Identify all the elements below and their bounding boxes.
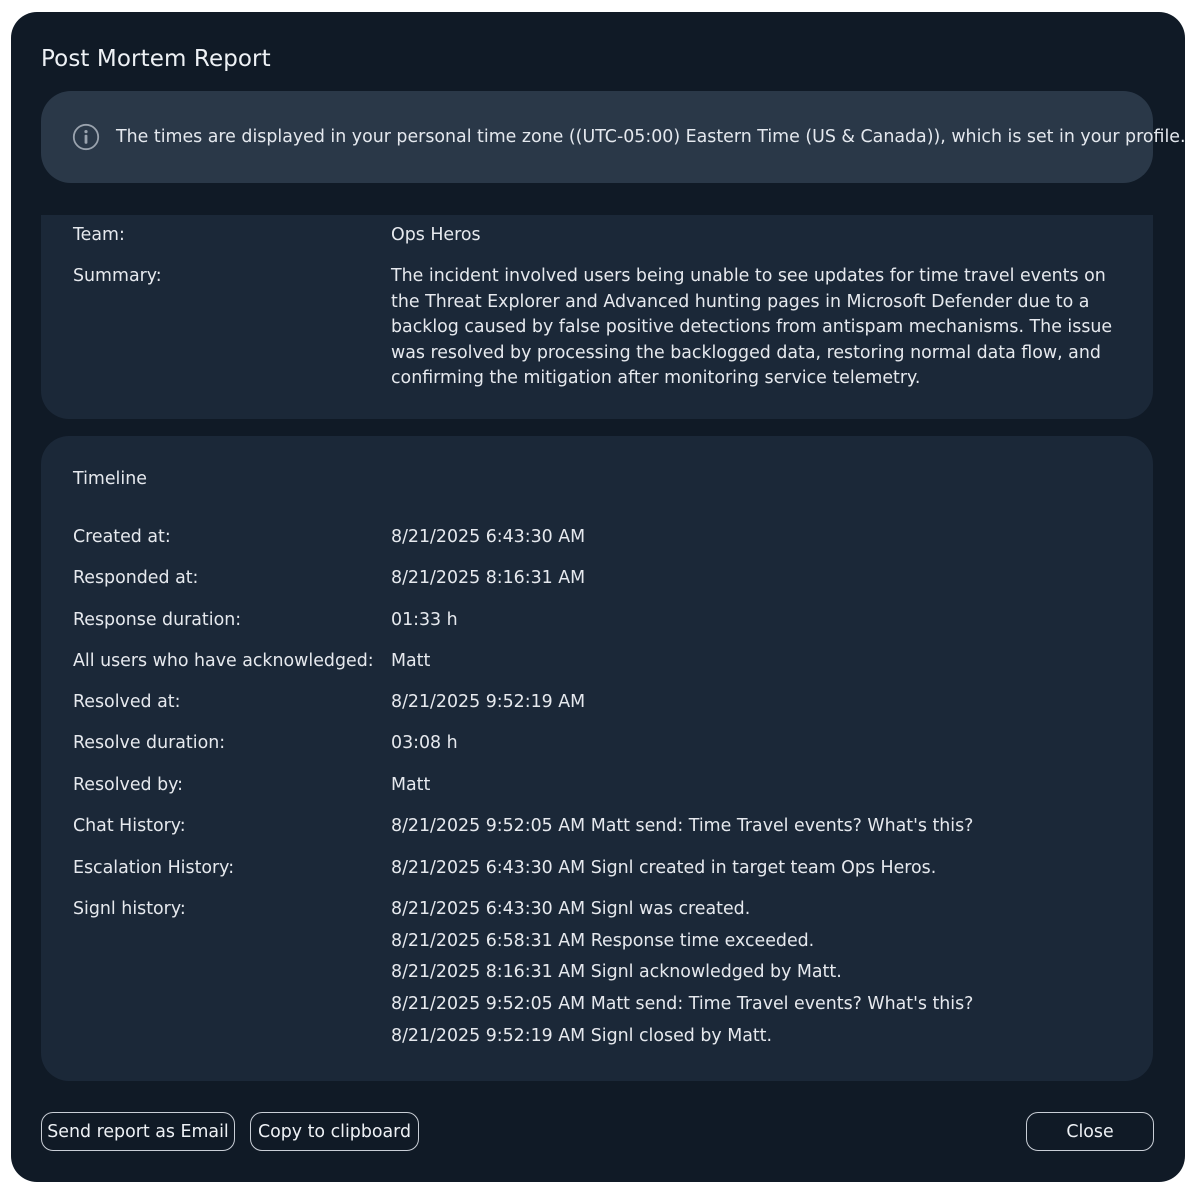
resolved-by-label: Resolved by: <box>73 775 184 795</box>
resolved-label: Resolved at: <box>73 692 181 712</box>
responded-label: Responded at: <box>73 568 199 588</box>
timezone-info-banner: The times are displayed in your personal… <box>41 91 1186 183</box>
resolved-by-value: Matt <box>391 775 431 795</box>
acknowledged-value: Matt <box>391 651 431 671</box>
escalation-history-label: Escalation History: <box>73 858 235 878</box>
copy-clipboard-button[interactable]: Copy to clipboard <box>250 1112 419 1151</box>
resolve-duration-value: 03:08 h <box>391 733 458 753</box>
signl-history-entry: 8/21/2025 6:58:31 AM Response time excee… <box>391 930 815 951</box>
responded-value: 8/21/2025 8:16:31 AM <box>391 568 586 588</box>
close-button[interactable]: Close <box>1026 1112 1154 1151</box>
signl-history-entry: 8/21/2025 9:52:05 AM Matt send: Time Tra… <box>391 994 974 1015</box>
signl-history-label: Signl history: <box>73 899 186 919</box>
timezone-info-text: The times are displayed in your personal… <box>116 127 1186 147</box>
signl-history-entry: 8/21/2025 9:52:19 AM Signl closed by Mat… <box>391 1025 773 1046</box>
timeline-panel: Timeline Created at: 8/21/2025 6:43:30 A… <box>41 436 1153 1081</box>
created-label: Created at: <box>73 527 171 547</box>
team-value: Ops Heros <box>391 225 481 245</box>
chat-history-value: 8/21/2025 9:52:05 AM Matt send: Time Tra… <box>391 816 974 836</box>
timeline-title: Timeline <box>73 469 147 489</box>
response-duration-label: Response duration: <box>73 610 242 630</box>
send-email-button[interactable]: Send report as Email <box>41 1112 235 1151</box>
dialog-title: Post Mortem Report <box>41 46 271 72</box>
resolved-value: 8/21/2025 9:52:19 AM <box>391 692 586 712</box>
created-value: 8/21/2025 6:43:30 AM <box>391 527 586 547</box>
signl-history-list: 8/21/2025 6:43:30 AM Signl was created. … <box>391 897 1121 1055</box>
info-icon <box>72 123 100 151</box>
summary-value: The incident involved users being unable… <box>391 266 1113 388</box>
signl-history-entry: 8/21/2025 8:16:31 AM Signl acknowledged … <box>391 962 842 983</box>
resolve-duration-label: Resolve duration: <box>73 733 226 753</box>
escalation-history-value: 8/21/2025 6:43:30 AM Signl created in ta… <box>391 858 937 878</box>
chat-history-label: Chat History: <box>73 816 186 836</box>
summary-label: Summary: <box>73 266 162 286</box>
team-label: Team: <box>73 225 125 245</box>
response-duration-value: 01:33 h <box>391 610 458 630</box>
acknowledged-label: All users who have acknowledged: <box>73 651 374 671</box>
details-panel: Team: Ops Heros Summary: The incident in… <box>41 215 1153 419</box>
signl-history-entry: 8/21/2025 6:43:30 AM Signl was created. <box>391 899 751 919</box>
post-mortem-dialog: Post Mortem Report The times are display… <box>11 12 1186 1182</box>
